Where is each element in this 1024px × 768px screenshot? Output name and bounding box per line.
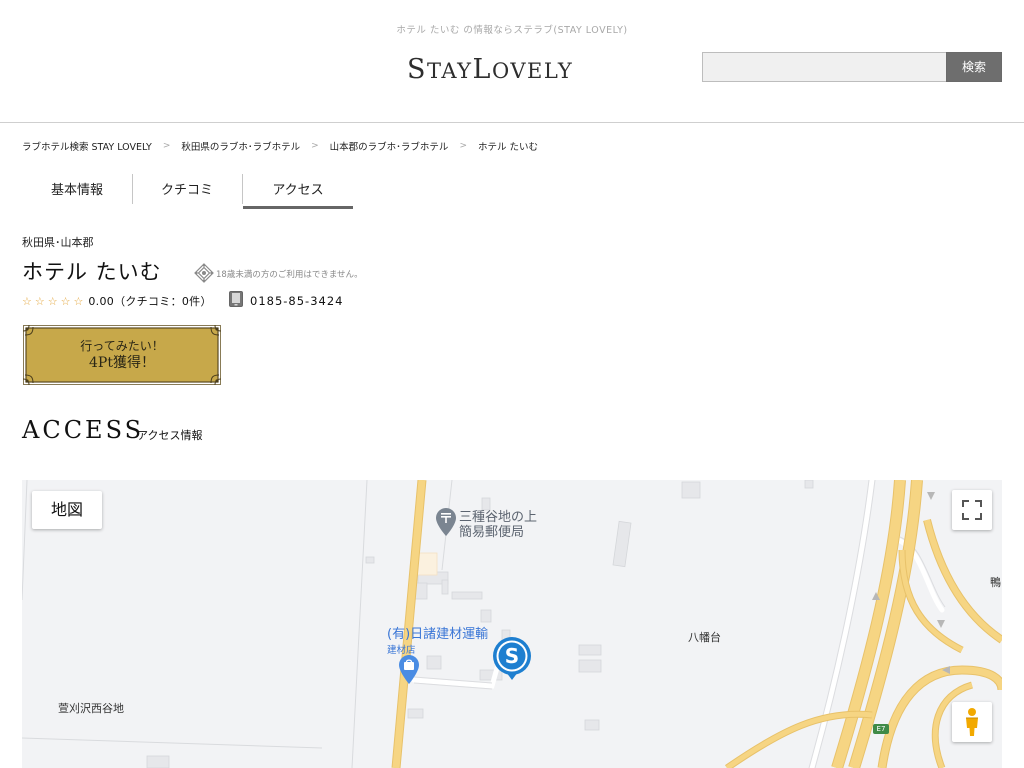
hotel-location-marker-icon[interactable]: S	[492, 636, 532, 682]
breadcrumb-separator: >	[311, 141, 319, 151]
search-button[interactable]: 検索	[946, 52, 1002, 82]
hotel-marker-letter: S	[505, 644, 519, 668]
want-to-go-points: 4Pt獲得！	[89, 355, 155, 371]
hotel-name: ホテル たいむ	[22, 260, 162, 284]
highway-shield-label: E7	[876, 725, 886, 733]
tab-basic-info[interactable]: 基本情報	[22, 174, 132, 209]
fullscreen-button[interactable]	[952, 490, 992, 530]
post-office-label-line1: 三種谷地の上	[459, 510, 538, 525]
phone-icon	[229, 291, 243, 307]
post-office-marker-icon[interactable]	[436, 508, 456, 536]
breadcrumb-item-current[interactable]: ホテル たいむ	[478, 139, 538, 153]
business-label[interactable]: (有)日諸建材運輸	[387, 628, 488, 642]
search-input[interactable]	[702, 52, 947, 82]
place-label-kayakarisawa: 萱刈沢西谷地	[58, 702, 124, 715]
rating-text[interactable]: 0.00（クチコミ：0件）	[88, 293, 211, 309]
pegman-icon	[966, 708, 978, 736]
logo-text-ovely: OVELY	[491, 59, 574, 83]
age-restriction-note: 18歳未満の方のご利用はできません。	[216, 270, 363, 280]
business-category-label: 建材店	[387, 645, 416, 656]
fullscreen-icon	[962, 500, 982, 520]
breadcrumb: ラブホテル検索 STAY LOVELY > 秋田県のラブホ･ラブホテル > 山本…	[22, 139, 538, 153]
shopping-marker-icon[interactable]	[399, 655, 419, 684]
site-tagline: ホテル たいむ の情報ならステラブ(STAY LOVELY)	[396, 25, 628, 36]
logo-letter-s: S	[407, 54, 427, 85]
street-view-button[interactable]	[952, 702, 992, 742]
breadcrumb-item-home[interactable]: ラブホテル検索 STAY LOVELY	[22, 139, 152, 153]
access-subtitle: アクセス情報	[137, 429, 203, 442]
place-label-edge: 鴨	[990, 576, 1001, 589]
place-label-hachimandai: 八幡台	[688, 631, 721, 644]
detail-tabs: 基本情報 クチコミ アクセス	[22, 174, 362, 210]
breadcrumb-separator: >	[459, 141, 467, 151]
star-empty-icon: ☆	[47, 294, 58, 308]
age-restriction-icon	[194, 263, 214, 283]
post-office-label[interactable]: 三種谷地の上 簡易郵便局	[459, 510, 537, 540]
hotel-area: 秋田県･山本郡	[22, 236, 94, 249]
rating-row: ☆ ☆ ☆ ☆ ☆ 0.00（クチコミ：0件）	[22, 293, 212, 309]
tab-reviews[interactable]: クチコミ	[132, 174, 242, 209]
site-header: ホテル たいむ の情報ならステラブ(STAY LOVELY) STAYLOVEL…	[0, 0, 1024, 123]
access-title: ACCESS	[22, 416, 145, 444]
star-empty-icon: ☆	[22, 294, 32, 308]
star-empty-icon: ☆	[73, 294, 84, 308]
breadcrumb-item-district[interactable]: 山本郡のラブホ･ラブホテル	[330, 139, 449, 153]
post-office-label-line2: 簡易郵便局	[459, 525, 525, 540]
hotel-phone[interactable]: 0185-85-3424	[250, 294, 343, 308]
star-empty-icon: ☆	[34, 294, 45, 308]
logo-text-tay: TAY	[427, 59, 473, 83]
star-empty-icon: ☆	[60, 294, 71, 308]
tab-access[interactable]: アクセス	[243, 174, 353, 209]
want-to-go-label: 行ってみたい！	[80, 339, 164, 353]
want-to-go-text: 行ってみたい！ 4Pt獲得！	[22, 338, 222, 372]
logo-letter-l: L	[472, 54, 492, 85]
breadcrumb-item-prefecture[interactable]: 秋田県のラブホ･ラブホテル	[181, 139, 300, 153]
site-logo[interactable]: STAYLOVELY	[407, 54, 619, 86]
map-type-button[interactable]: 地図	[32, 491, 102, 529]
breadcrumb-separator: >	[162, 141, 171, 151]
want-to-go-button[interactable]: 行ってみたい！ 4Pt獲得！	[22, 324, 222, 386]
google-map[interactable]: 三種谷地の上 簡易郵便局 (有)日諸建材運輸 建材店 S 八幡台 萱刈沢西谷地 …	[22, 480, 1002, 768]
